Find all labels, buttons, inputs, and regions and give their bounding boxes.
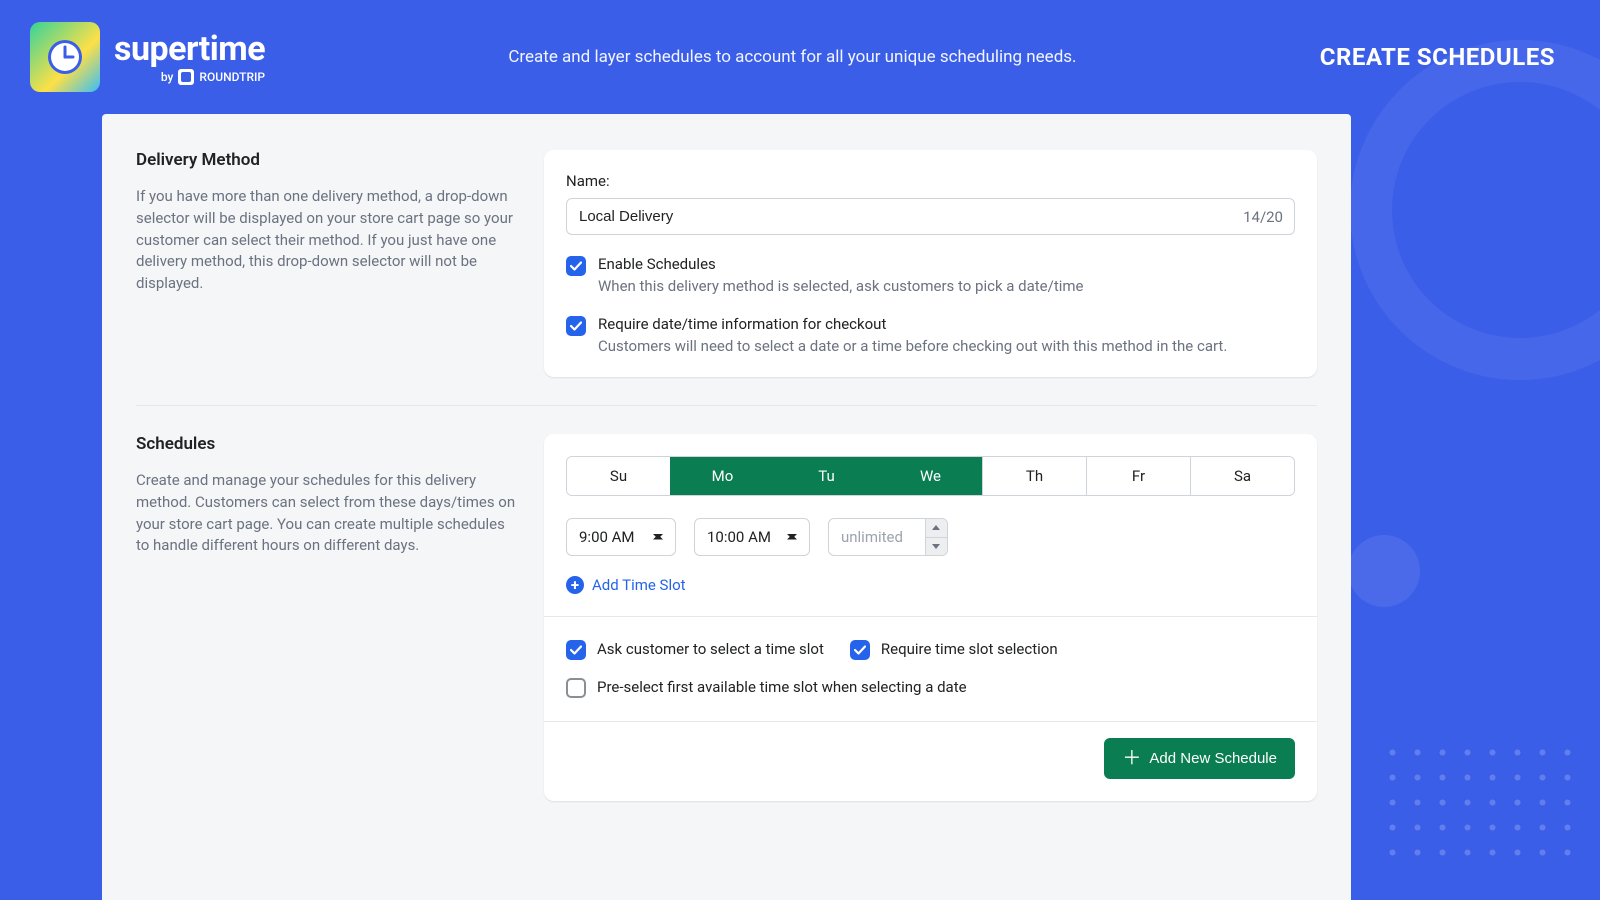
byline-name: ROUNDTRIP [199,70,265,84]
ask-slot-checkbox[interactable] [566,640,586,660]
divider-footer [544,721,1317,722]
header: supertime by ROUNDTRIP Create and layer … [0,0,1600,114]
day-sa[interactable]: Sa [1190,457,1294,495]
enable-help: When this delivery method is selected, a… [598,277,1084,295]
require-label: Require date/time information for checko… [598,315,1227,333]
time-from-select[interactable]: 9:00 AM [566,518,676,556]
limit-input[interactable]: unlimited [828,518,948,556]
time-to-select[interactable]: 10:00 AM [694,518,810,556]
plus-icon: + [566,576,584,594]
schedules-section-title: Schedules [136,434,516,454]
delivery-method-section: Delivery Method If you have more than on… [136,150,1317,405]
day-tu[interactable]: Tu [774,457,878,495]
roundtrip-icon [178,69,194,85]
add-new-schedule-button[interactable]: ＋ Add New Schedule [1104,738,1295,779]
divider [544,616,1317,617]
day-su[interactable]: Su [567,457,670,495]
brand-name: supertime [114,29,265,69]
schedules-section-desc: Create and manage your schedules for thi… [136,470,516,557]
require-slot-label: Require time slot selection [881,640,1058,658]
delivery-section-title: Delivery Method [136,150,516,170]
add-time-slot-button[interactable]: + Add Time Slot [566,576,1295,594]
delivery-section-desc: If you have more than one delivery metho… [136,186,516,295]
plus-icon: ＋ [1122,749,1141,768]
add-schedule-label: Add New Schedule [1149,750,1277,767]
main-panel: Delivery Method If you have more than on… [102,114,1351,900]
char-count: 14/20 [1243,208,1283,226]
day-mo[interactable]: Mo [670,457,774,495]
require-datetime-checkbox[interactable] [566,316,586,336]
day-we[interactable]: We [878,457,982,495]
add-slot-label: Add Time Slot [592,576,686,594]
limit-spinner [925,519,947,555]
brand-byline: by ROUNDTRIP [161,69,265,85]
byline-prefix: by [161,70,174,84]
require-slot-checkbox[interactable] [850,640,870,660]
limit-placeholder: unlimited [841,528,903,546]
page-title: CREATE SCHEDULES [1320,43,1555,71]
day-fr[interactable]: Fr [1086,457,1190,495]
day-th[interactable]: Th [982,457,1086,495]
require-help: Customers will need to select a date or … [598,337,1227,355]
limit-down[interactable] [926,538,947,556]
preselect-label: Pre-select first available time slot whe… [597,678,967,696]
enable-schedules-checkbox[interactable] [566,256,586,276]
name-input[interactable] [566,198,1295,235]
logo: supertime by ROUNDTRIP [30,22,265,92]
decor-dots [1380,740,1580,860]
tagline: Create and layer schedules to account fo… [265,47,1320,67]
preselect-checkbox[interactable] [566,678,586,698]
delivery-card: Name: 14/20 Enable Schedules When this d… [544,150,1317,377]
enable-label: Enable Schedules [598,255,1084,273]
decor-dot [1348,535,1420,607]
clock-svg [44,36,86,78]
limit-up[interactable] [926,519,947,538]
ask-slot-label: Ask customer to select a time slot [597,640,824,658]
schedules-card: Su Mo Tu We Th Fr Sa 9:00 AM 10:00 AM un… [544,434,1317,801]
clock-icon [30,22,100,92]
day-picker: Su Mo Tu We Th Fr Sa [566,456,1295,496]
name-label: Name: [566,172,1295,190]
schedules-section: Schedules Create and manage your schedul… [136,405,1317,829]
